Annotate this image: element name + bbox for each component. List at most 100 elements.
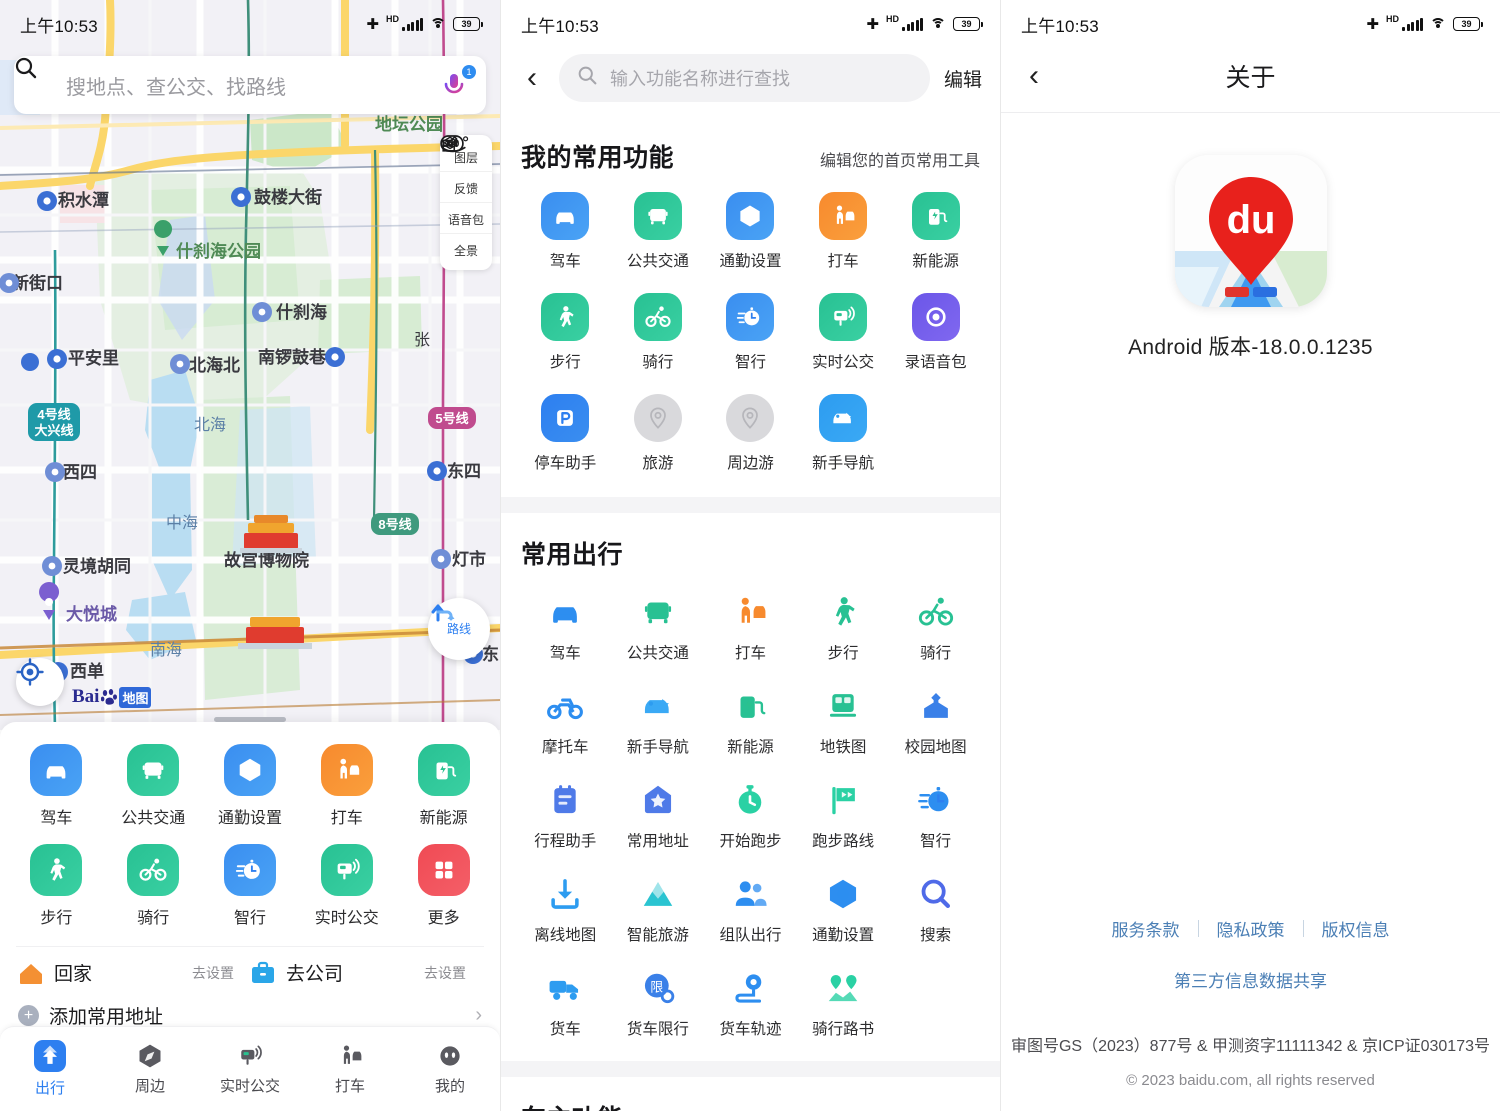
travel-item-ev-charge[interactable]: 新能源 xyxy=(704,675,797,769)
tab-travel[interactable]: 出行 xyxy=(0,1027,100,1111)
travel-item-walk[interactable]: 步行 xyxy=(797,581,890,675)
travel-item-novice-nav[interactable]: 新手导航 xyxy=(612,675,705,769)
bus-icon xyxy=(127,744,180,796)
travel-item-taxi[interactable]: 打车 xyxy=(704,581,797,675)
edit-button[interactable]: 编辑 xyxy=(944,65,982,92)
function-item-taxi[interactable]: 打车 xyxy=(797,184,890,285)
function-item-bus[interactable]: 公共交通 xyxy=(612,184,705,285)
tab-realtime-bus[interactable]: 实时公交 xyxy=(200,1027,300,1111)
favorite-home[interactable]: 回家 去设置 xyxy=(18,959,250,986)
travel-item-truck[interactable]: 货车 xyxy=(519,957,612,1051)
function-item-pin[interactable]: 周边游 xyxy=(704,386,797,487)
shortcut-realtime-bus[interactable]: 实时公交 xyxy=(298,838,395,938)
function-item-pin[interactable]: 旅游 xyxy=(612,386,705,487)
travel-item-trip-assistant[interactable]: 行程助手 xyxy=(519,769,612,863)
map-tool-voice-pack[interactable]: 语音包 xyxy=(440,135,492,233)
travel-item-team[interactable]: 组队出行 xyxy=(704,863,797,957)
travel-item-flag[interactable]: 跑步路线 xyxy=(797,769,890,863)
page-title: 关于 xyxy=(1225,64,1276,92)
ev-charge-icon xyxy=(729,685,771,727)
function-item-parking[interactable]: 停车助手 xyxy=(519,386,612,487)
travel-item-label: 公共交通 xyxy=(626,645,689,662)
shortcut-ev-charge[interactable]: 新能源 xyxy=(395,738,492,838)
tab-taxi[interactable]: 打车 xyxy=(300,1027,400,1111)
travel-item-stopwatch[interactable]: 开始跑步 xyxy=(704,769,797,863)
function-item-car[interactable]: 驾车 xyxy=(519,184,612,285)
shortcut-walk[interactable]: 步行 xyxy=(8,838,105,938)
travel-item-motorcycle[interactable]: 摩托车 xyxy=(519,675,612,769)
shortcut-label: 实时公交 xyxy=(314,910,379,927)
map-tools-panel: 图层 反馈 语音包 360 全景 xyxy=(440,135,492,270)
svg-text:新街口: 新街口 xyxy=(12,273,63,293)
travel-item-smart-travel[interactable]: 智行 xyxy=(889,769,982,863)
function-item-bike[interactable]: 骑行 xyxy=(612,285,705,386)
travel-item-mountain[interactable]: 智能旅游 xyxy=(612,863,705,957)
shortcut-more-grid[interactable]: 更多 xyxy=(395,838,492,938)
function-item-novice-nav[interactable]: 新手导航 xyxy=(797,386,890,487)
svg-text:平安里: 平安里 xyxy=(68,348,119,368)
map-search-bar[interactable]: 搜地点、查公交、找路线 1 xyxy=(14,56,486,114)
travel-item-commute[interactable]: 通勤设置 xyxy=(797,863,890,957)
function-item-label: 周边游 xyxy=(727,455,774,472)
battery-icon: 39 xyxy=(1453,17,1483,31)
walk-icon xyxy=(541,293,590,341)
svg-text:西四: 西四 xyxy=(63,463,97,482)
function-item-realtime-bus[interactable]: 实时公交 xyxy=(797,285,890,386)
shortcut-car[interactable]: 驾车 xyxy=(8,738,105,838)
travel-item-campus-map[interactable]: 校园地图 xyxy=(889,675,982,769)
shortcut-bike[interactable]: 骑行 xyxy=(105,838,202,938)
function-item-label: 新手导航 xyxy=(812,455,875,472)
travel-item-search[interactable]: 搜索 xyxy=(889,863,982,957)
function-item-label: 实时公交 xyxy=(812,354,875,371)
travel-item-car[interactable]: 驾车 xyxy=(519,581,612,675)
link-terms[interactable]: 服务条款 xyxy=(1094,916,1198,941)
travel-item-bike[interactable]: 骑行 xyxy=(889,581,982,675)
travel-item-subway[interactable]: 地铁图 xyxy=(797,675,890,769)
function-item-walk[interactable]: 步行 xyxy=(519,285,612,386)
favorite-home-action[interactable]: 去设置 xyxy=(192,963,250,983)
link-privacy[interactable]: 隐私政策 xyxy=(1199,916,1303,941)
tab-label: 出行 xyxy=(34,1080,65,1097)
legal-notice: 审图号GS（2023）877号 & 甲测资字11111342 & 京ICP证03… xyxy=(1010,1038,1491,1055)
function-item-commute[interactable]: 通勤设置 xyxy=(704,184,797,285)
taxi-icon xyxy=(320,744,373,796)
shortcut-taxi[interactable]: 打车 xyxy=(298,738,395,838)
link-copyright-info[interactable]: 版权信息 xyxy=(1304,916,1408,941)
locate-button[interactable] xyxy=(16,658,64,706)
add-address-label: 添加常用地址 xyxy=(49,1007,164,1028)
map-tool-panorama[interactable]: 360 全景 xyxy=(440,136,492,264)
function-item-smart-travel[interactable]: 智行 xyxy=(704,285,797,386)
car-icon xyxy=(541,192,590,240)
svg-text:北海北: 北海北 xyxy=(189,355,240,375)
shortcuts-grid: 驾车 公共交通 通勤设置 打车 新能源步行 骑行 智行 实时公交 更多 xyxy=(0,722,500,944)
section-title: 车主功能 xyxy=(521,1099,623,1111)
travel-item-bus[interactable]: 公共交通 xyxy=(612,581,705,675)
tab-profile[interactable]: 我的 xyxy=(400,1027,500,1111)
link-third-party-data-share[interactable]: 第三方信息数据共享 xyxy=(1001,967,1500,992)
favorite-company-action[interactable]: 去设置 xyxy=(424,963,482,983)
more-grid-icon xyxy=(417,844,470,896)
function-search-input[interactable]: 输入功能名称进行查找 xyxy=(559,54,930,102)
map-tool-feedback[interactable]: 反馈 xyxy=(440,136,492,202)
voice-search-icon[interactable]: 1 xyxy=(436,65,476,103)
walk-icon xyxy=(822,591,864,633)
tab-nearby[interactable]: 周边 xyxy=(100,1027,200,1111)
section-title: 常用出行 xyxy=(521,541,624,569)
status-time: 上午10:53 xyxy=(20,16,98,36)
travel-item-download[interactable]: 离线地图 xyxy=(519,863,612,957)
shortcut-bus[interactable]: 公共交通 xyxy=(105,738,202,838)
map-canvas[interactable]: 地坛公园 积水潭 鼓楼大街 什刹海公园 新街口 什刹海 张 平安里 北海北 南锣… xyxy=(0,0,500,730)
back-icon[interactable]: ‹ xyxy=(519,63,545,93)
route-button[interactable]: 路线 xyxy=(428,598,490,660)
taxi-icon xyxy=(336,1042,364,1070)
svg-text:360: 360 xyxy=(442,138,460,150)
function-item-ev-charge[interactable]: 新能源 xyxy=(889,184,982,285)
travel-item-route-book[interactable]: 骑行路书 xyxy=(797,957,890,1051)
travel-item-star-home[interactable]: 常用地址 xyxy=(612,769,705,863)
travel-item-truck-restrict[interactable]: 限货车限行 xyxy=(612,957,705,1051)
function-item-record-voice[interactable]: 录语音包 xyxy=(889,285,982,386)
shortcut-commute[interactable]: 通勤设置 xyxy=(202,738,299,838)
favorite-company[interactable]: 去公司 去设置 xyxy=(250,959,482,986)
travel-item-track[interactable]: 货车轨迹 xyxy=(704,957,797,1051)
shortcut-smart-travel[interactable]: 智行 xyxy=(202,838,299,938)
